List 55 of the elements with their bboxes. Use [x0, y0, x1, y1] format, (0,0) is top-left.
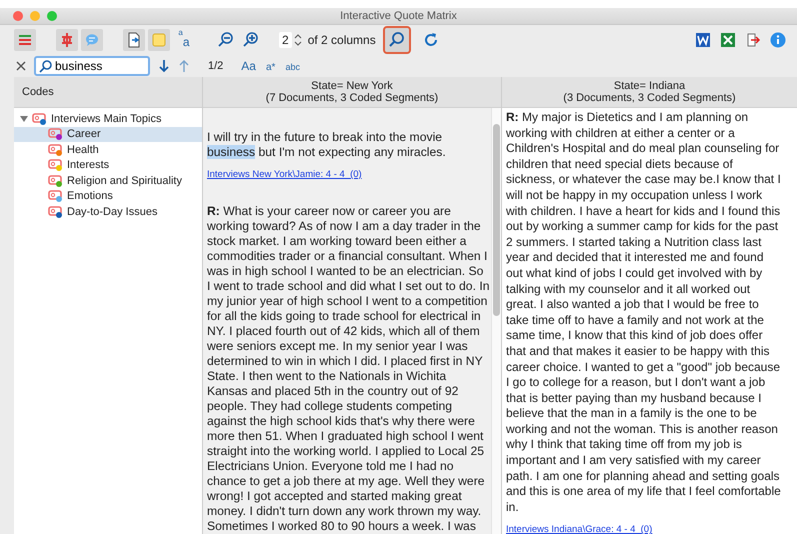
expanded-triangle-icon[interactable]: [20, 114, 28, 123]
column-count-field[interactable]: 2: [279, 32, 292, 48]
list-button[interactable]: [14, 29, 36, 51]
quote-text: R: What is your career now or career you are working toward? As of now I am a day trader in the stock market. I am working toward been either a commodities trader or a financial consultant. When I was in high school I wanted to be an electrician. So I went to trade school and did what I set out to do. In my junior year of high school I went to a competition for all the kids going to trade school for electrical in NY. I placed fourth out of 42 kids, which all of them were seniors except me. In my senior year I was determined to win in which I did. I placed first in NY State. I then went to the Nationals in Wichita Kansas and placed 5th in the country out of 92 people. They had college students competing against the high school kids that's why there were more then 51. When I graduated high school I went straight into the working world. I applied to Local 25 Electricians Union. Everyone told me I had no chance to get a job there at my age. Well they were wrong! I got accepted and started making great money. I didn't turn down any work thrown my way. Sometimes I worked 80 to 90 hours a week. I was: [207, 204, 490, 534]
scrollbar-thumb[interactable]: [493, 124, 500, 316]
search-option-button[interactable]: a*: [266, 62, 276, 73]
source-link[interactable]: Interviews New York\Jamie: 4 - 4 (0): [207, 167, 362, 182]
code-item[interactable]: Emotions: [14, 188, 202, 204]
text-size-button[interactable]: a a: [173, 29, 195, 51]
code-marker-button[interactable]: [56, 29, 78, 51]
export-icon: [745, 32, 761, 48]
up-arrow-icon[interactable]: [178, 59, 190, 73]
document-button[interactable]: [123, 29, 145, 51]
info-icon: [770, 32, 786, 48]
column-subtitle: (7 Documents, 3 Coded Segments): [266, 92, 438, 104]
close-window-button[interactable]: [13, 11, 23, 21]
word-icon: [695, 32, 711, 48]
code-label: Health: [67, 144, 99, 156]
column-subtitle: (3 Documents, 3 Coded Segments): [563, 92, 736, 104]
code-item[interactable]: Health: [14, 142, 202, 158]
code-item[interactable]: Career: [14, 126, 202, 142]
codes-header: Codes: [14, 77, 202, 108]
code-item[interactable]: Religion and Spirituality: [14, 173, 202, 188]
close-icon[interactable]: [16, 61, 26, 71]
code-label: Emotions: [67, 190, 113, 202]
column-title: State= New York: [311, 80, 393, 92]
down-arrow-icon[interactable]: [158, 59, 170, 73]
code-item[interactable]: Day-to-Day Issues: [14, 204, 202, 220]
match-counter: 1/2: [208, 60, 224, 72]
code-label: Career: [67, 128, 101, 140]
code-label: Religion and Spirituality: [67, 174, 182, 187]
search-icon: [39, 60, 52, 72]
window-title: Interactive Quote Matrix: [340, 10, 457, 22]
code-item[interactable]: Interviews Main Topics: [14, 111, 202, 126]
search-option-button[interactable]: abc: [285, 62, 300, 72]
source-link[interactable]: Interviews Indiana\Grace: 4 - 4 (0): [506, 522, 652, 534]
note-icon: [150, 31, 168, 49]
spreadsheet-icon: [720, 32, 736, 48]
quote-text: R: My major is Dietetics and I am planning on working with children at either a center or a Children's Hospital and do meal plan counseling for children that need special diets because of sickness, or whatever the case may be.I know that I will not be happy in my occupation unless I work with children. I have a heart for kids and I found this out by working a summer camp for kids for the past 2 summers. I started taking a Nutrition class last year and decided that it interested me and found out what kind of jobs I could get involved with by talking with my counselor and it all worked out great. I also wanted a job that I would be free to take time off to have a family and not work at the same time, I know that this kind of job does offer that and that makes it easier to be happy with this career choice. I wanted to get a "good" job because I go to college for a reason, but I don't want a job that is better paying than my husband because I believe that the man in a family is the one to be working and not the woman. This is another reason why I think that taking time off from my job is important and I am very satisfied with my career path. I am one for planning ahead and setting goals and this is one area of my life that I feel comfortable in.: [506, 110, 782, 516]
search-icon: [388, 31, 406, 49]
zoom-in-icon: [242, 31, 260, 49]
code-label: Interviews Main Topics: [51, 112, 162, 125]
code-item[interactable]: Interests: [14, 158, 202, 173]
quote-text: I will try in the future to break into the movie business but I'm not expecting any miracles.: [207, 130, 447, 160]
search-input[interactable]: business: [55, 59, 143, 73]
column-title: State= Indiana: [614, 80, 686, 92]
code-label: Day-to-Day Issues: [67, 206, 158, 218]
search-button[interactable]: [384, 28, 409, 52]
stepper-icon[interactable]: [294, 33, 302, 47]
search-option-button[interactable]: Aa: [241, 59, 256, 73]
code-label: Interests: [67, 159, 110, 172]
columns-label: of 2 columns: [308, 33, 376, 47]
speech-bubble-button[interactable]: [81, 29, 103, 51]
search-field[interactable]: business: [34, 56, 150, 76]
zoom-out-icon: [217, 31, 235, 49]
